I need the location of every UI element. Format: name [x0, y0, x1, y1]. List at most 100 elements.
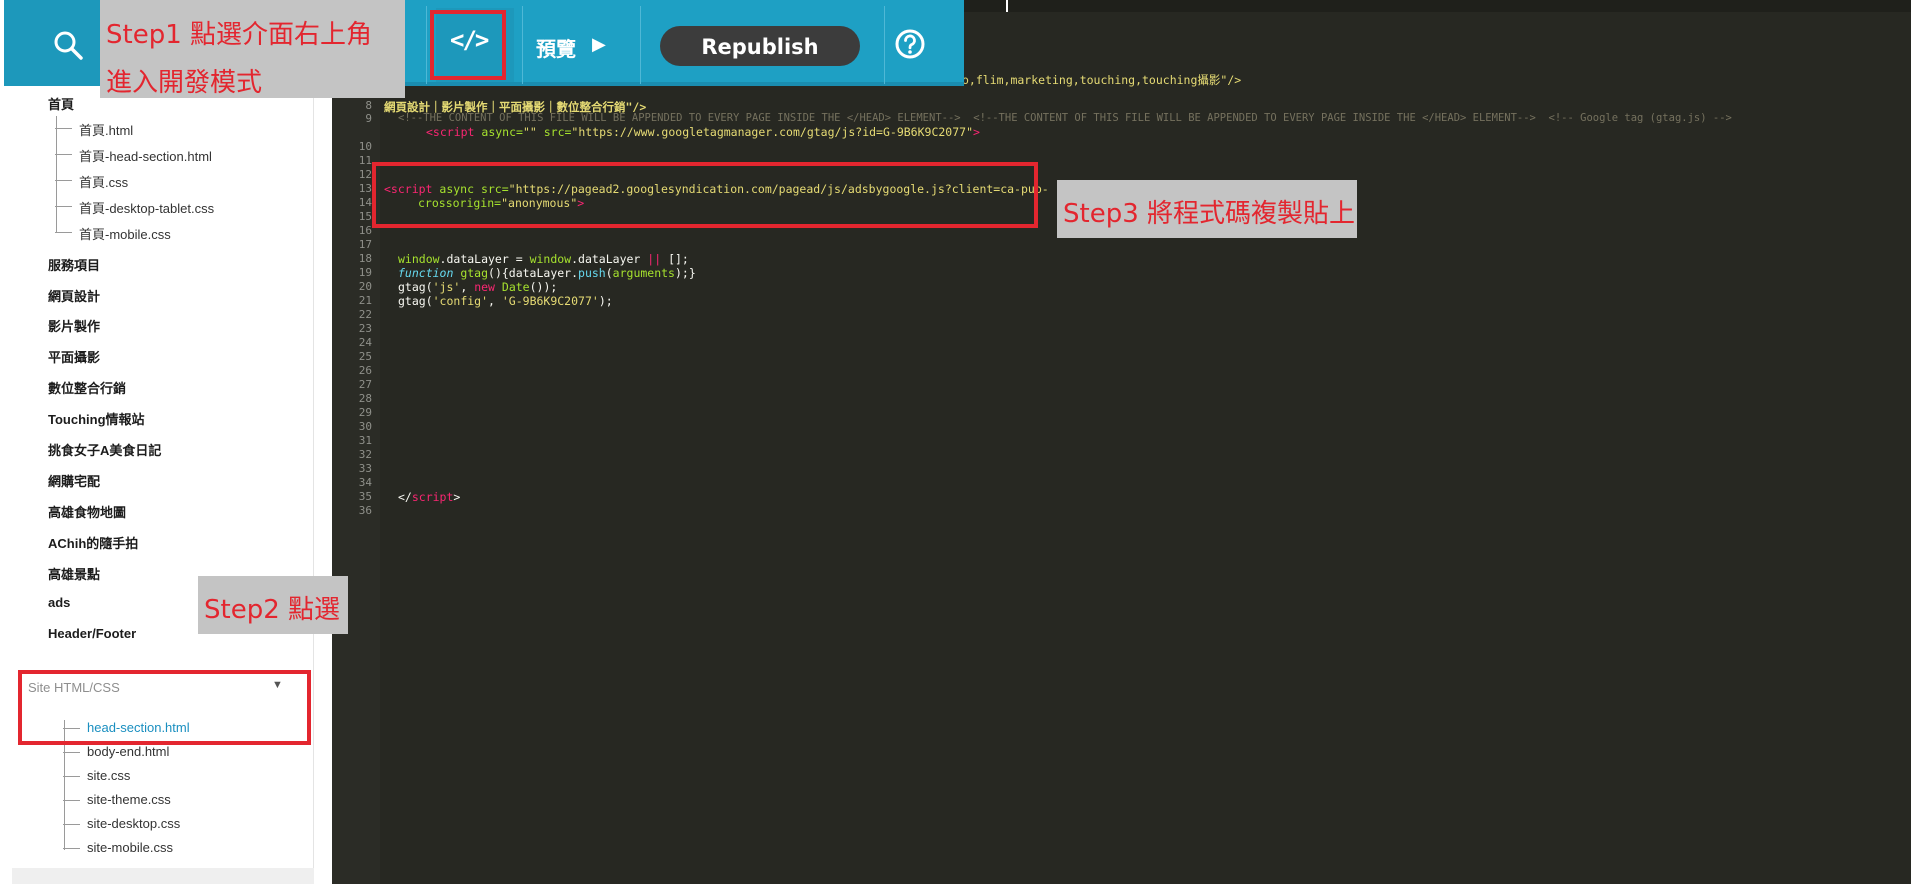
code-token: arguments: [612, 266, 675, 280]
code-token: gtag: [453, 266, 489, 280]
code-token: </: [398, 490, 412, 504]
code-token: .dataLayer: [571, 252, 648, 266]
tree-line: [56, 116, 57, 232]
line-number: 18: [358, 252, 372, 265]
code-token: "": [522, 125, 537, 139]
code-token: >: [453, 490, 461, 504]
toolbar-separator: [522, 6, 523, 84]
sidebar-bottom-bar: [12, 868, 314, 884]
step2-annotation-text: Step2 點選: [204, 595, 341, 625]
line-number: 28: [358, 392, 372, 405]
code-token: ,: [488, 294, 502, 308]
code-token: <script: [426, 125, 475, 139]
line-number: 34: [358, 476, 372, 489]
line-number: 25: [358, 350, 372, 363]
tree-file-home-head-section[interactable]: 首頁-head-section.html: [55, 146, 212, 165]
tree-file-site-css[interactable]: site.css: [62, 768, 130, 783]
code-token: ||: [647, 252, 662, 266]
code-token: gtag(: [398, 280, 433, 294]
code-token: ,: [460, 280, 475, 294]
line-number: 21: [358, 294, 372, 307]
preview-button[interactable]: 預覽 ▶: [524, 0, 640, 86]
line-number: 14: [358, 196, 372, 209]
tree-file-site-desktop-css[interactable]: site-desktop.css: [62, 816, 180, 831]
play-icon: ▶: [592, 34, 606, 54]
help-button[interactable]: [888, 22, 932, 66]
code-token: window: [398, 252, 440, 266]
code-token: 'G-9B6K9C2077': [501, 294, 599, 308]
tree-file-body-end[interactable]: body-end.html: [62, 744, 169, 759]
tree-file-home-desktop-css[interactable]: 首頁-desktop-tablet.css: [54, 198, 214, 217]
line-number: 12: [358, 168, 372, 181]
republish-label: Republish: [701, 35, 819, 59]
line-number: 22: [358, 308, 372, 321]
line-number: 11: [358, 154, 372, 167]
nav-item-snapshots[interactable]: AChih的隨手拍: [48, 533, 138, 552]
code-token: async=: [474, 125, 523, 139]
step3-annotation-text: Step3 將程式碼複製貼上: [1063, 199, 1356, 229]
step1-highlight-box: [430, 10, 506, 80]
line-number: 35: [358, 490, 372, 503]
line-number: 24: [358, 336, 372, 349]
code-token: script: [411, 490, 454, 504]
line-number: 8: [365, 99, 372, 112]
search-button[interactable]: [4, 0, 100, 86]
republish-button[interactable]: Republish: [660, 26, 860, 66]
search-icon: [54, 31, 83, 60]
code-token: .dataLayer =: [439, 252, 530, 266]
step1-annotation-line2: 進入開發模式: [106, 68, 263, 98]
tree-file-site-theme-css[interactable]: site-theme.css: [63, 792, 171, 807]
code-line-9-script: <script async="" src="https://www.google…: [426, 125, 980, 139]
line-number: 29: [358, 406, 372, 419]
tree-file-home-html[interactable]: 首頁.html: [54, 120, 133, 139]
code-token: [];: [661, 252, 689, 266]
code-line-19: function gtag(){dataLayer.push(arguments…: [398, 266, 696, 280]
line-number: 32: [358, 448, 372, 461]
nav-item-header-footer[interactable]: Header/Footer: [48, 626, 136, 641]
step1-annotation: Step1 點選介面右上角 進入開發模式: [100, 0, 405, 98]
line-number: 13: [358, 182, 372, 195]
line-number: 30: [358, 420, 372, 433]
nav-item-web-design[interactable]: 網頁設計: [48, 286, 100, 305]
tree-folder-home[interactable]: 首頁: [48, 94, 74, 113]
nav-item-food-diary[interactable]: 挑食女子A美食日記: [48, 440, 161, 459]
line-number: 9: [365, 112, 372, 125]
nav-item-photography[interactable]: 平面攝影: [48, 347, 100, 366]
code-token: new: [474, 280, 495, 294]
help-icon: [895, 29, 925, 59]
nav-item-services[interactable]: 服務項目: [48, 255, 100, 274]
preview-label: 預覽: [536, 37, 576, 61]
nav-item-video[interactable]: 影片製作: [48, 316, 100, 335]
code-editor[interactable]: 8 9 10 11 12 13 14 15 16 17 18 19 20 21 …: [332, 0, 1911, 884]
code-token: "https://www.googletagmanager.com/gtag/j…: [571, 125, 973, 139]
nav-item-ads[interactable]: ads: [48, 595, 70, 610]
code-line-21: gtag('config', 'G-9B6K9C2077');: [398, 294, 613, 308]
code-line-9-comment: <!--THE CONTENT OF THIS FILE WILL BE APP…: [398, 112, 1732, 124]
nav-item-delivery[interactable]: 網購宅配: [48, 471, 100, 490]
toolbar-separator: [884, 6, 885, 84]
line-number: 19: [358, 266, 372, 279]
code-token: Date: [501, 280, 530, 294]
nav-item-touching[interactable]: Touching情報站: [48, 409, 145, 428]
line-number: 15: [358, 210, 372, 223]
step3-highlight-box: [372, 162, 1038, 228]
step1-annotation-line1: Step1 點選介面右上角: [106, 20, 373, 50]
step2-annotation: Step2 點選: [198, 576, 348, 634]
nav-item-marketing[interactable]: 數位整合行銷: [48, 378, 126, 397]
code-token: push: [578, 266, 606, 280]
toolbar-separator: [426, 6, 427, 84]
tree-file-home-css[interactable]: 首頁.css: [54, 172, 128, 191]
tree-file-site-mobile-css[interactable]: site-mobile.css: [63, 840, 173, 855]
line-number: 17: [358, 238, 372, 251]
code-token: );: [598, 294, 613, 308]
nav-item-food-map[interactable]: 高雄食物地圖: [48, 502, 126, 521]
code-line-18: window.dataLayer = window.dataLayer || […: [398, 252, 689, 266]
step3-annotation: Step3 將程式碼複製貼上: [1057, 180, 1357, 238]
nav-item-attractions[interactable]: 高雄景點: [48, 564, 100, 583]
code-token: (){dataLayer.: [488, 266, 579, 280]
tree-file-home-mobile-css[interactable]: 首頁-mobile.css: [55, 224, 171, 243]
code-line-35: </script>: [398, 490, 460, 504]
line-number: 31: [358, 434, 372, 447]
line-number: 10: [358, 140, 372, 153]
